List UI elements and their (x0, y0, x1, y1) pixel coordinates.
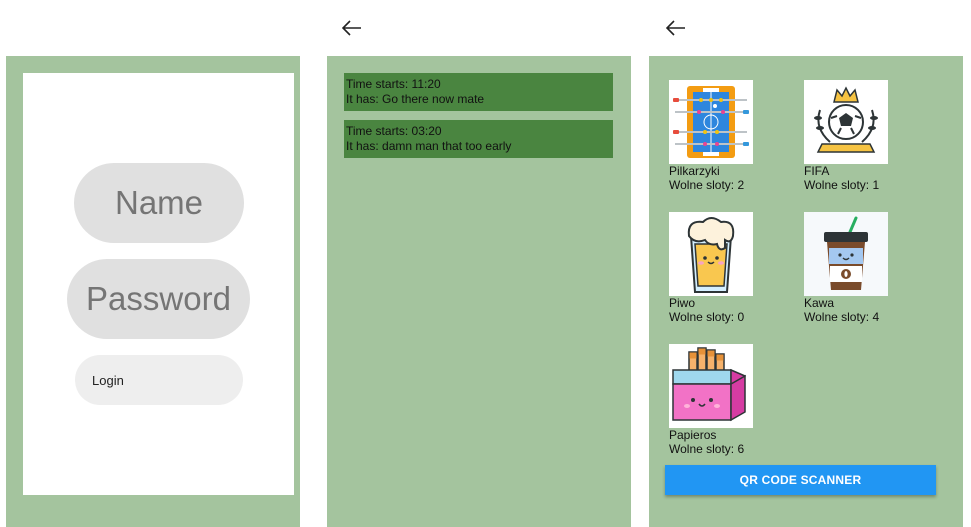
item-name: Piwo (669, 296, 696, 310)
event-item[interactable]: Time starts: 11:20 It has: Go there now … (344, 73, 613, 111)
item-slots: Wolne sloty: 0 (669, 310, 745, 324)
item-tile[interactable]: Kawa Wolne sloty: 4 (804, 212, 894, 324)
item-slots: Wolne sloty: 1 (804, 178, 880, 192)
qr-button-label: QR CODE SCANNER (739, 473, 862, 487)
cigarette-pack-icon (669, 344, 753, 428)
item-tile[interactable]: FIFA Wolne sloty: 1 (804, 80, 894, 192)
item-slots: Wolne sloty: 2 (669, 178, 745, 192)
event-time: Time starts: 03:20 (346, 124, 442, 138)
item-name: FIFA (804, 164, 830, 178)
item-name: Kawa (804, 296, 835, 310)
login-button[interactable]: Login (75, 355, 243, 405)
back-arrow-icon[interactable] (666, 20, 686, 36)
item-name: Papieros (669, 428, 717, 442)
login-card: Login (23, 73, 294, 495)
item-tile[interactable]: Papieros Wolne sloty: 6 (669, 344, 759, 456)
back-arrow-icon[interactable] (342, 20, 362, 36)
beer-icon (669, 212, 753, 296)
events-screen: Time starts: 11:20 It has: Go there now … (324, 0, 640, 527)
password-input[interactable] (67, 259, 250, 339)
foosball-icon (669, 80, 753, 164)
app-bar (648, 0, 966, 56)
item-tile[interactable]: Piwo Wolne sloty: 0 (669, 212, 759, 324)
event-time: Time starts: 11:20 (346, 77, 441, 91)
items-screen: Pilkarzyki Wolne sloty: 2 FIFA Wolne slo… (648, 0, 966, 527)
app-bar (324, 0, 640, 56)
screen-body: Pilkarzyki Wolne sloty: 2 FIFA Wolne slo… (649, 56, 963, 527)
coffee-cup-icon (804, 212, 888, 296)
screen-body: Login (6, 56, 300, 527)
screen-body: Time starts: 11:20 It has: Go there now … (327, 56, 631, 527)
soccer-trophy-icon (804, 80, 888, 164)
event-item[interactable]: Time starts: 03:20 It has: damn man that… (344, 120, 613, 158)
login-button-label: Login (92, 372, 124, 388)
qr-code-scanner-button[interactable]: QR CODE SCANNER (665, 465, 936, 495)
item-slots: Wolne sloty: 4 (804, 310, 880, 324)
item-slots: Wolne sloty: 6 (669, 442, 745, 456)
name-input[interactable] (74, 163, 244, 243)
app-bar (0, 0, 306, 56)
login-screen: Login (0, 0, 306, 527)
event-text: It has: Go there now mate (346, 92, 485, 106)
item-tile[interactable]: Pilkarzyki Wolne sloty: 2 (669, 80, 759, 192)
event-text: It has: damn man that too early (346, 139, 512, 153)
item-name: Pilkarzyki (669, 164, 720, 178)
